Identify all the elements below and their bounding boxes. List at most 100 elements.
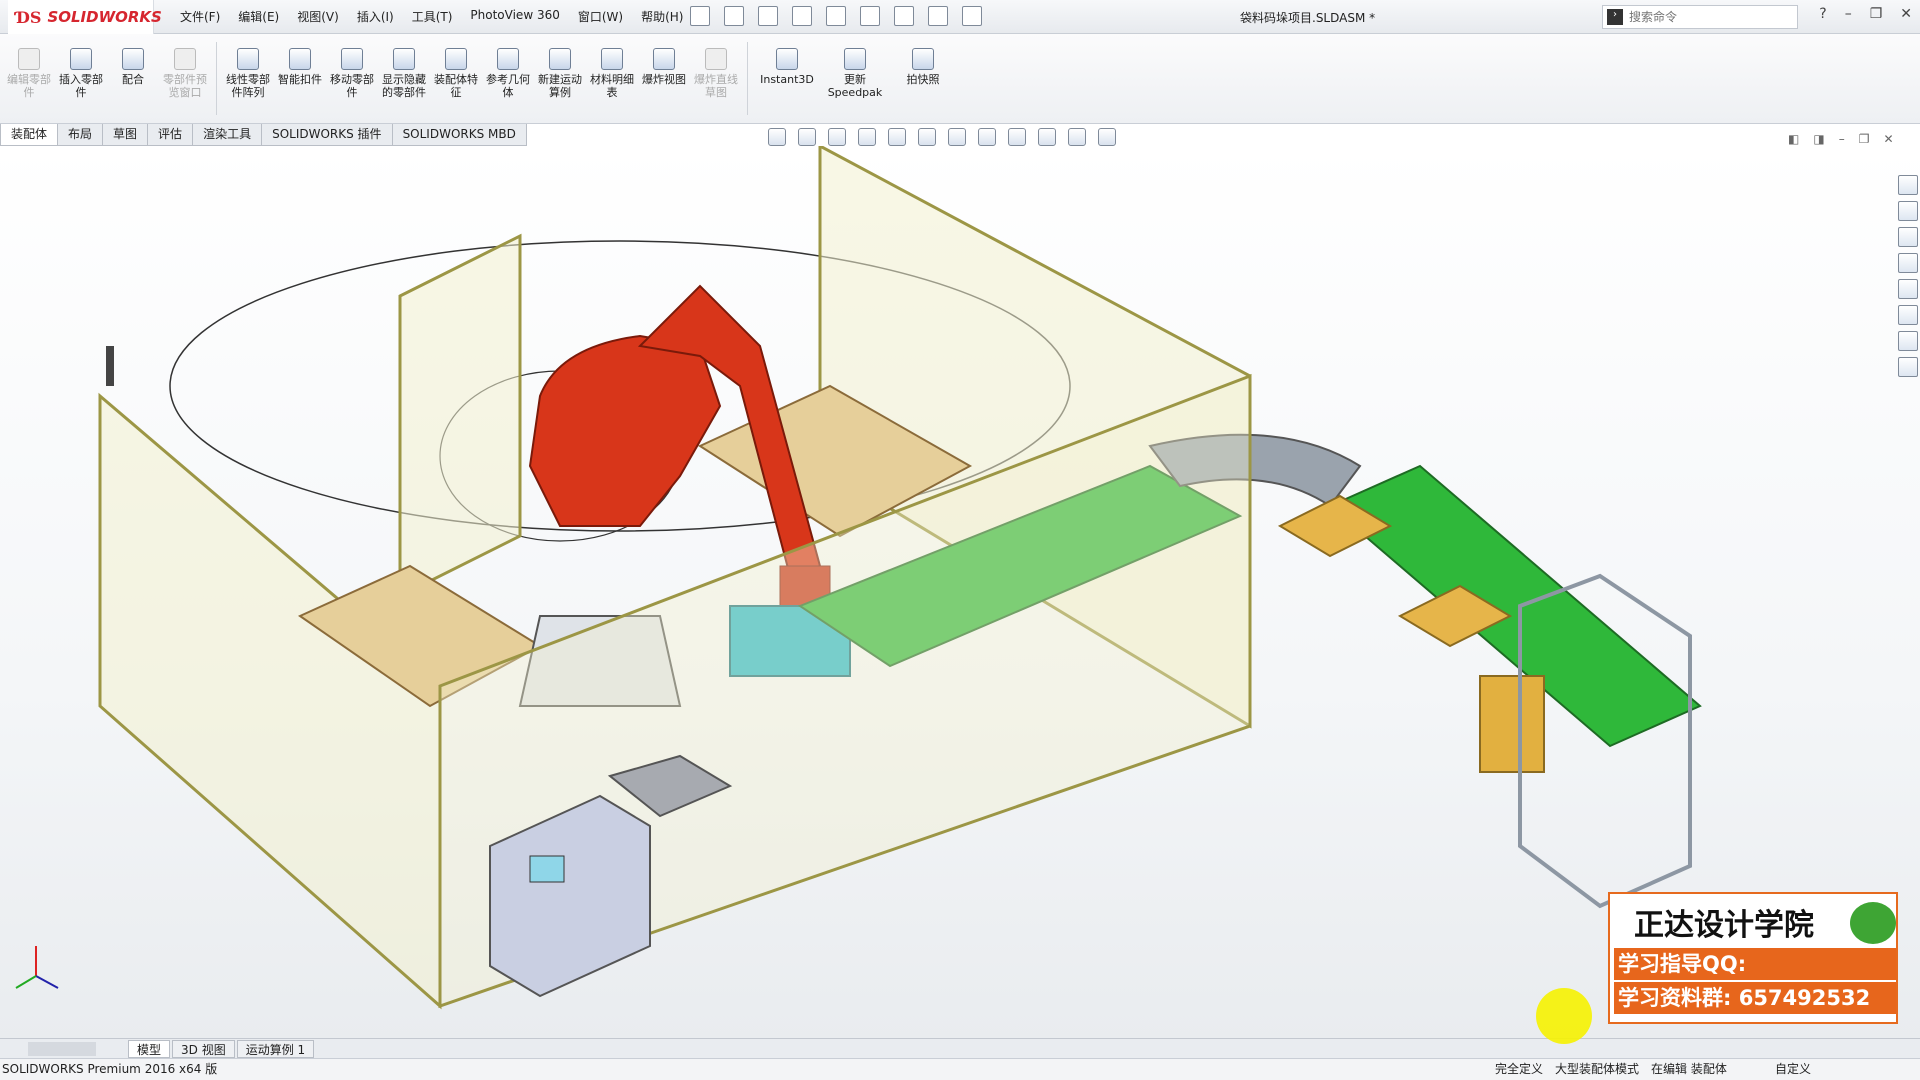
unit-system[interactable]: 自定义 xyxy=(1775,1059,1811,1080)
rebuild-icon[interactable] xyxy=(894,6,914,26)
display-pane-icon[interactable] xyxy=(1098,128,1116,146)
undo-icon[interactable] xyxy=(826,6,846,26)
command-search[interactable]: › xyxy=(1602,5,1798,29)
ribbon-button-10[interactable]: 新建运动算例 xyxy=(537,34,583,123)
ribbon-button-13[interactable]: 爆炸直线草图 xyxy=(693,34,739,123)
viewport-minimize-icon[interactable]: – xyxy=(1839,132,1845,146)
menu-view[interactable]: 视图(V) xyxy=(297,8,339,25)
new-document-icon[interactable] xyxy=(690,6,710,26)
restore-icon[interactable]: ❐ xyxy=(1870,6,1883,22)
ribbon-button-2[interactable]: 配合 xyxy=(110,34,156,123)
tab-3d-views[interactable]: 3D 视图 xyxy=(172,1039,235,1058)
ribbon-label: 显示隐藏的零部件 xyxy=(382,73,426,99)
open-icon[interactable] xyxy=(724,6,744,26)
heads-up-view-toolbar xyxy=(768,128,1116,146)
home-icon[interactable] xyxy=(1898,175,1918,195)
ribbon-button-12[interactable]: 爆炸视图 xyxy=(641,34,687,123)
promo-watermark: 正达设计学院 学习指导QQ: 3343704291 学习资料群: 6574925… xyxy=(1608,892,1898,1024)
solidworks-logo[interactable]: ƊS SOLIDWORKS xyxy=(8,0,162,34)
ribbon-button-11[interactable]: 材料明细表 xyxy=(589,34,635,123)
resources-icon[interactable] xyxy=(1898,201,1918,221)
apply-scene-icon[interactable] xyxy=(1038,128,1056,146)
explode-line-icon xyxy=(705,48,727,70)
ribbon-button-8[interactable]: 装配体特征 xyxy=(433,34,479,123)
forum-icon[interactable] xyxy=(1898,357,1918,377)
tab-scroll-arrows[interactable] xyxy=(28,1041,96,1056)
tab-addins[interactable]: SOLIDWORKS 插件 xyxy=(261,124,393,146)
design-library-icon[interactable] xyxy=(1898,227,1918,247)
ribbon-button-5[interactable]: 智能扣件 xyxy=(277,34,323,123)
split-right-icon[interactable]: ◨ xyxy=(1813,132,1824,146)
zoom-area-icon[interactable] xyxy=(798,128,816,146)
motion-study-icon xyxy=(549,48,571,70)
menu-edit[interactable]: 编辑(E) xyxy=(238,8,279,25)
viewport-restore-icon[interactable]: ❐ xyxy=(1859,132,1870,146)
status-fields: 完全定义 大型装配体模式 在编辑 装配体 xyxy=(1495,1059,1727,1080)
view-palette-icon[interactable] xyxy=(1898,279,1918,299)
tab-render-tools[interactable]: 渲染工具 xyxy=(192,124,263,146)
ribbon-button-1[interactable]: 插入零部件 xyxy=(58,34,104,123)
search-input[interactable] xyxy=(1629,10,1769,24)
viewport-close-icon[interactable]: ✕ xyxy=(1883,132,1893,146)
ribbon-button-4[interactable]: 线性零部件阵列 xyxy=(225,34,271,123)
triad-x xyxy=(35,975,59,989)
menu-photoview[interactable]: PhotoView 360 xyxy=(470,8,559,25)
menu-tools[interactable]: 工具(T) xyxy=(412,8,453,25)
quick-access-toolbar xyxy=(690,6,982,26)
file-explorer-icon[interactable] xyxy=(1898,253,1918,273)
previous-view-icon[interactable] xyxy=(828,128,846,146)
ribbon-button-16[interactable]: 拍快照 xyxy=(892,34,954,123)
ribbon-label: 智能扣件 xyxy=(278,73,322,86)
robot-body xyxy=(528,334,722,527)
menu-file[interactable]: 文件(F) xyxy=(180,8,220,25)
minimize-icon[interactable]: – xyxy=(1845,6,1852,22)
tab-mbd[interactable]: SOLIDWORKS MBD xyxy=(391,124,527,146)
edit-appearance-icon[interactable] xyxy=(1008,128,1026,146)
ribbon-label: 爆炸视图 xyxy=(642,73,686,86)
menu-help[interactable]: 帮助(H) xyxy=(641,8,683,25)
menu-window[interactable]: 窗口(W) xyxy=(578,8,623,25)
tab-model[interactable]: 模型 xyxy=(128,1039,171,1058)
view-settings-icon[interactable] xyxy=(1068,128,1086,146)
ribbon-button-9[interactable]: 参考几何体 xyxy=(485,34,531,123)
watermark-logo-icon xyxy=(1850,902,1896,944)
ribbon-button-6[interactable]: 移动零部件 xyxy=(329,34,375,123)
select-icon[interactable] xyxy=(860,6,880,26)
ribbon-label: 移动零部件 xyxy=(330,73,374,99)
tab-assembly[interactable]: 装配体 xyxy=(0,124,59,146)
file-properties-icon[interactable] xyxy=(928,6,948,26)
zoom-fit-icon[interactable] xyxy=(768,128,786,146)
watermark-group: 学习资料群: 657492532 xyxy=(1614,982,1896,1014)
split-left-icon[interactable]: ◧ xyxy=(1788,132,1799,146)
product-version: SOLIDWORKS Premium 2016 x64 版 xyxy=(2,1062,218,1076)
section-view-icon[interactable] xyxy=(858,128,876,146)
hide-show-items-icon[interactable] xyxy=(978,128,996,146)
ribbon-button-3[interactable]: 零部件预览窗口 xyxy=(162,34,208,123)
ribbon-button-7[interactable]: 显示隐藏的零部件 xyxy=(381,34,427,123)
tab-layout[interactable]: 布局 xyxy=(57,124,104,146)
display-style-icon[interactable] xyxy=(948,128,966,146)
print-icon[interactable] xyxy=(792,6,812,26)
reject-panel xyxy=(1479,675,1545,773)
tab-evaluate[interactable]: 评估 xyxy=(147,124,194,146)
fence-back-left xyxy=(398,233,522,599)
close-icon[interactable]: ✕ xyxy=(1900,6,1912,22)
appearances-icon[interactable] xyxy=(1898,305,1918,325)
options-gear-icon[interactable] xyxy=(962,6,982,26)
dynamic-annotation-icon[interactable] xyxy=(888,128,906,146)
ribbon-button-15[interactable]: 更新Speedpak xyxy=(824,34,886,123)
custom-properties-icon[interactable] xyxy=(1898,331,1918,351)
save-icon[interactable] xyxy=(758,6,778,26)
menu-insert[interactable]: 插入(I) xyxy=(357,8,394,25)
help-icon[interactable]: ? xyxy=(1819,6,1826,22)
view-orientation-icon[interactable] xyxy=(918,128,936,146)
ribbon-button-14[interactable]: Instant3D xyxy=(756,34,818,123)
ribbon-button-0[interactable]: 编辑零部件 xyxy=(6,34,52,123)
task-pane-tabs xyxy=(1898,175,1918,377)
triad-z xyxy=(15,975,37,989)
tab-motion-study[interactable]: 运动算例 1 xyxy=(236,1039,315,1058)
tab-sketch[interactable]: 草图 xyxy=(102,124,149,146)
ribbon-label: 零部件预览窗口 xyxy=(163,73,207,99)
reference-geometry-icon xyxy=(497,48,519,70)
mate-icon xyxy=(122,48,144,70)
